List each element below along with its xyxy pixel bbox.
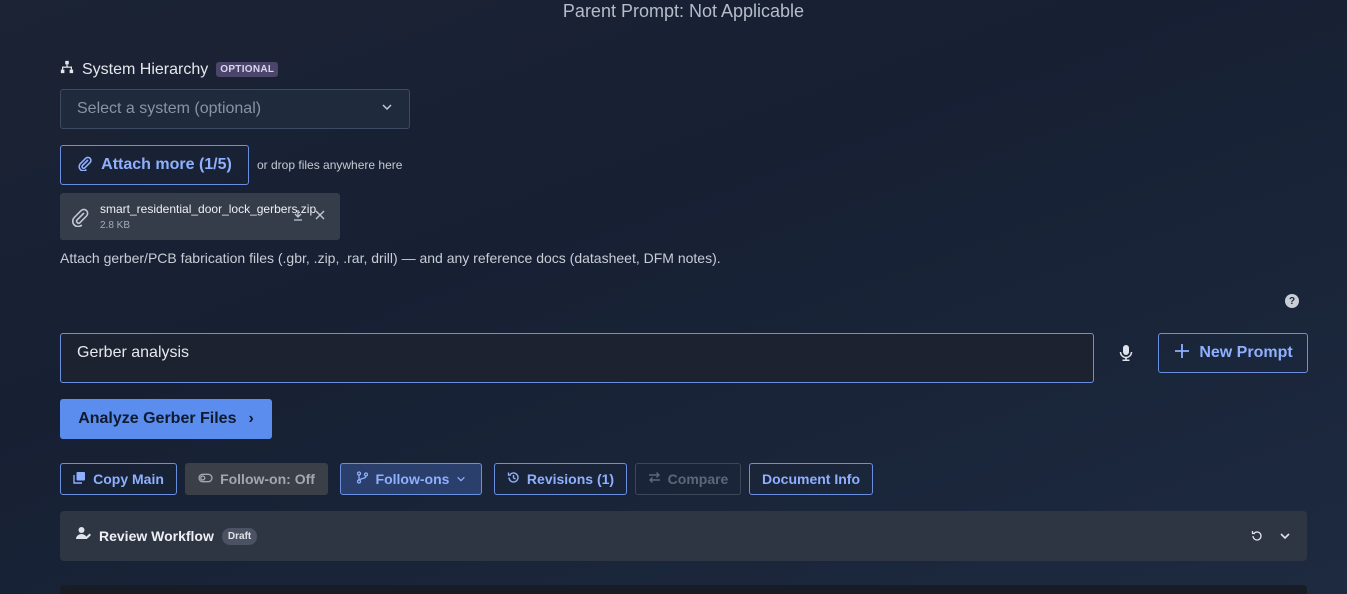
paperclip-icon [77, 155, 93, 176]
file-size: 2.8 KB [100, 220, 131, 231]
plus-icon [1173, 342, 1191, 365]
revisions-button[interactable]: Revisions (1) [494, 463, 627, 495]
attach-more-button[interactable]: Attach more (1/5) [60, 145, 249, 185]
chevron-down-icon [381, 100, 393, 118]
copy-main-label: Copy Main [93, 471, 164, 487]
close-icon[interactable] [314, 208, 326, 226]
copy-main-button[interactable]: Copy Main [60, 463, 177, 495]
user-edit-icon [76, 526, 91, 546]
next-panel [60, 585, 1307, 594]
new-prompt-label: New Prompt [1199, 344, 1293, 361]
chevron-right-icon: › [248, 410, 254, 427]
attached-file-chip: smart_residential_door_lock_gerbers.zip … [60, 193, 340, 240]
compare-button[interactable]: Compare [635, 463, 741, 495]
history-icon [507, 471, 520, 487]
optional-badge: OPTIONAL [216, 62, 279, 77]
sitemap-icon [60, 60, 74, 79]
prompt-input[interactable] [60, 333, 1094, 383]
follow-ons-dropdown-button[interactable]: Follow-ons [340, 463, 482, 495]
reset-icon[interactable] [1251, 529, 1263, 547]
draft-badge: Draft [221, 527, 258, 545]
document-info-label: Document Info [762, 471, 860, 487]
new-prompt-button[interactable]: New Prompt [1158, 333, 1308, 373]
drop-hint: or drop files anywhere here [257, 158, 403, 172]
system-hierarchy-label: System Hierarchy [82, 60, 209, 78]
compare-arrows-icon [648, 471, 661, 487]
system-select-placeholder: Select a system (optional) [77, 100, 262, 117]
parent-prompt-label: Parent Prompt: Not Applicable [562, 1, 805, 21]
help-icon[interactable]: ? [1285, 294, 1299, 308]
download-icon[interactable] [292, 208, 304, 226]
follow-on-toggle-button[interactable]: Follow-on: Off [185, 463, 328, 495]
chevron-down-icon [456, 471, 466, 487]
page-root: Parent Prompt: Not Applicable System Hie… [0, 0, 1347, 594]
microphone-icon[interactable] [1116, 343, 1136, 363]
compare-label: Compare [667, 471, 729, 487]
review-workflow-title: Review Workflow [99, 528, 214, 544]
document-info-button[interactable]: Document Info [749, 463, 873, 495]
review-workflow-panel[interactable]: Review Workflow Draft [60, 511, 1307, 561]
paperclip-icon [70, 207, 90, 227]
git-branch-icon [356, 471, 369, 487]
file-name: smart_residential_door_lock_gerbers.zip [100, 202, 317, 216]
toggle-off-icon [198, 471, 213, 487]
attachment-help-text: Attach gerber/PCB fabrication files (.gb… [60, 250, 721, 266]
workflow-actions [1251, 529, 1291, 547]
follow-on-toggle-label: Follow-on: Off [220, 471, 315, 487]
revisions-label: Revisions (1) [526, 471, 615, 487]
attach-more-label: Attach more (1/5) [101, 156, 232, 173]
copy-icon [73, 471, 86, 487]
analyze-label: Analyze Gerber Files [78, 410, 237, 427]
follow-ons-label: Follow-ons [375, 471, 450, 487]
chevron-down-icon[interactable] [1279, 529, 1291, 547]
system-select[interactable]: Select a system (optional) [60, 89, 410, 129]
file-chip-actions [292, 208, 326, 226]
file-info: smart_residential_door_lock_gerbers.zip … [100, 202, 316, 231]
system-hierarchy-header: System Hierarchy OPTIONAL [60, 60, 279, 79]
analyze-gerber-files-button[interactable]: Analyze Gerber Files › [60, 399, 272, 439]
